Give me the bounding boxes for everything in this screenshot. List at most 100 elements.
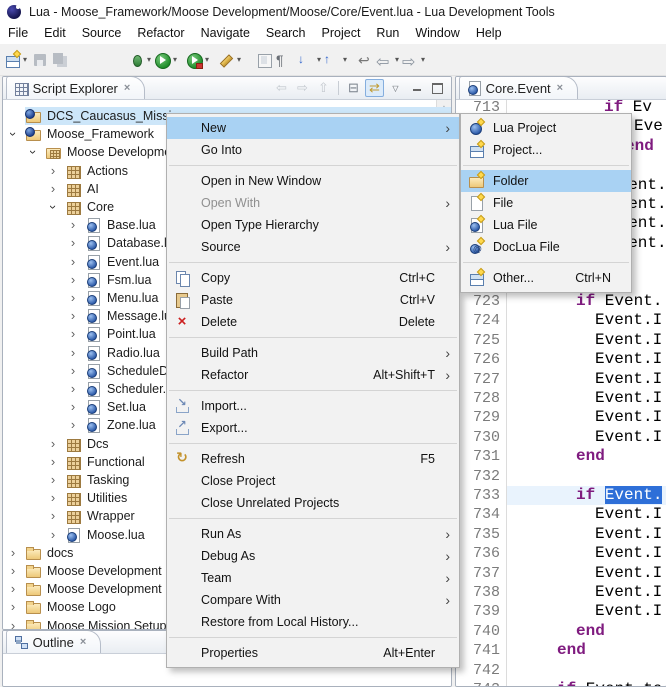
code-line-739[interactable]: Event.I	[595, 602, 662, 621]
twistie-closed-icon[interactable]: ›	[67, 325, 79, 343]
last-edit-location-button[interactable]: ↩	[356, 48, 376, 72]
code-line-725[interactable]: Event.I	[595, 331, 662, 350]
mark-occurrences-button[interactable]	[254, 48, 274, 72]
twistie-closed-icon[interactable]: ›	[67, 216, 79, 234]
twistie-closed-icon[interactable]: ›	[7, 580, 19, 598]
twistie-open-icon[interactable]: ›	[24, 146, 42, 158]
run-button[interactable]: ▾	[154, 48, 180, 72]
menubar-search[interactable]: Search	[258, 23, 314, 44]
menu-item-build-path[interactable]: Build Path›	[167, 342, 459, 364]
twistie-closed-icon[interactable]: ›	[67, 307, 79, 325]
twistie-open-icon[interactable]: ›	[44, 201, 62, 213]
link-with-editor-button[interactable]: ⇄	[365, 79, 384, 97]
menu-item-run-as[interactable]: Run As›	[167, 523, 459, 545]
code-line-737[interactable]: Event.I	[595, 564, 662, 583]
menu-item-source[interactable]: Source›	[167, 236, 459, 258]
dropdown-arrow-icon[interactable]: ▾	[392, 55, 402, 64]
nav-forward-button[interactable]: ⇨	[293, 79, 312, 97]
twistie-closed-icon[interactable]: ›	[47, 453, 59, 471]
save-button[interactable]	[30, 48, 50, 72]
code-line-731[interactable]: end	[576, 447, 605, 466]
menu-item-compare-with[interactable]: Compare With›	[167, 589, 459, 611]
menu-item-lua-file[interactable]: Lua File	[461, 214, 631, 236]
code-line-729[interactable]: Event.I	[595, 408, 662, 427]
code-line-735[interactable]: Event.I	[595, 525, 662, 544]
code-line-714[interactable]: Eve	[634, 117, 663, 136]
menubar-run[interactable]: Run	[368, 23, 407, 44]
code-line-728[interactable]: Event.I	[595, 389, 662, 408]
menu-item-file[interactable]: File	[461, 192, 631, 214]
twistie-closed-icon[interactable]: ›	[7, 544, 19, 562]
twistie-closed-icon[interactable]: ›	[47, 471, 59, 489]
view-menu-button[interactable]: ▽	[386, 79, 405, 97]
save-all-button[interactable]	[50, 48, 70, 72]
coverage-button[interactable]: ▾	[186, 48, 212, 72]
dropdown-arrow-icon[interactable]: ▾	[170, 55, 180, 64]
code-line-727[interactable]: Event.I	[595, 370, 662, 389]
twistie-closed-icon[interactable]: ›	[67, 289, 79, 307]
menu-item-doclua-file[interactable]: DocLua File	[461, 236, 631, 258]
menubar-help[interactable]: Help	[468, 23, 510, 44]
collapse-all-button[interactable]: ⊟	[344, 79, 363, 97]
minimize-button[interactable]	[407, 79, 426, 97]
menu-item-copy[interactable]: CopyCtrl+C	[167, 267, 459, 289]
menu-item-project[interactable]: Project...	[461, 139, 631, 161]
menu-item-debug-as[interactable]: Debug As›	[167, 545, 459, 567]
menu-item-folder[interactable]: Folder	[461, 170, 631, 192]
menu-item-open-type-hierarchy[interactable]: Open Type Hierarchy	[167, 214, 459, 236]
dropdown-arrow-icon[interactable]: ▾	[202, 55, 212, 64]
next-annotation-button[interactable]: ↓▾	[298, 48, 324, 72]
close-icon[interactable]: ×	[124, 82, 138, 94]
dropdown-arrow-icon[interactable]: ▾	[20, 55, 30, 64]
twistie-closed-icon[interactable]: ›	[47, 180, 59, 198]
twistie-closed-icon[interactable]: ›	[47, 162, 59, 180]
menubar-source[interactable]: Source	[74, 23, 130, 44]
menu-item-close-unrelated-projects[interactable]: Close Unrelated Projects	[167, 492, 459, 514]
dropdown-arrow-icon[interactable]: ▾	[144, 55, 154, 64]
menu-item-new[interactable]: New›	[167, 117, 459, 139]
dropdown-arrow-icon[interactable]: ▾	[340, 55, 350, 64]
twistie-closed-icon[interactable]: ›	[47, 435, 59, 453]
tab-script-explorer[interactable]: Script Explorer ×	[6, 76, 145, 99]
code-line-730[interactable]: Event.I	[595, 428, 662, 447]
debug-button[interactable]: ▾	[128, 48, 154, 72]
twistie-closed-icon[interactable]: ›	[47, 489, 59, 507]
dropdown-arrow-icon[interactable]: ▾	[418, 55, 428, 64]
code-line-733[interactable]: if Event.	[576, 486, 662, 505]
nav-back-button[interactable]: ⇦	[272, 79, 291, 97]
code-line-743[interactable]: if Event.ta	[557, 680, 663, 686]
menu-item-open-in-new-window[interactable]: Open in New Window	[167, 170, 459, 192]
dropdown-arrow-icon[interactable]: ▾	[234, 55, 244, 64]
tab-core-event[interactable]: Core.Event ×	[459, 76, 578, 99]
menubar-project[interactable]: Project	[314, 23, 369, 44]
nav-up-button[interactable]: ⇧	[314, 79, 333, 97]
twistie-open-icon[interactable]: ›	[4, 128, 22, 140]
external-tools-button[interactable]: ▾	[218, 48, 244, 72]
menu-item-import[interactable]: ↘Import...	[167, 395, 459, 417]
menu-item-team[interactable]: Team›	[167, 567, 459, 589]
menu-item-refactor[interactable]: RefactorAlt+Shift+T›	[167, 364, 459, 386]
twistie-closed-icon[interactable]: ›	[7, 598, 19, 616]
menubar-edit[interactable]: Edit	[36, 23, 74, 44]
code-line-738[interactable]: Event.I	[595, 583, 662, 602]
twistie-closed-icon[interactable]: ›	[67, 344, 79, 362]
twistie-closed-icon[interactable]: ›	[7, 562, 19, 580]
twistie-closed-icon[interactable]: ›	[67, 380, 79, 398]
twistie-closed-icon[interactable]: ›	[67, 398, 79, 416]
menu-item-lua-project[interactable]: Lua Project	[461, 117, 631, 139]
menu-item-other[interactable]: Other...Ctrl+N	[461, 267, 631, 289]
twistie-closed-icon[interactable]: ›	[67, 253, 79, 271]
dropdown-arrow-icon[interactable]: ▾	[314, 55, 324, 64]
back-button[interactable]: ⇦▾	[376, 48, 402, 72]
menu-item-open-with[interactable]: Open With›	[167, 192, 459, 214]
close-icon[interactable]: ×	[557, 82, 571, 94]
twistie-closed-icon[interactable]: ›	[67, 234, 79, 252]
code-line-741[interactable]: end	[557, 641, 586, 660]
menu-item-close-project[interactable]: Close Project	[167, 470, 459, 492]
menubar-navigate[interactable]: Navigate	[193, 23, 258, 44]
maximize-button[interactable]	[428, 79, 447, 97]
tab-outline[interactable]: Outline ×	[6, 630, 101, 653]
code-line-740[interactable]: end	[576, 622, 605, 641]
menu-item-paste[interactable]: PasteCtrl+V	[167, 289, 459, 311]
prev-annotation-button[interactable]: ↑▾	[324, 48, 350, 72]
